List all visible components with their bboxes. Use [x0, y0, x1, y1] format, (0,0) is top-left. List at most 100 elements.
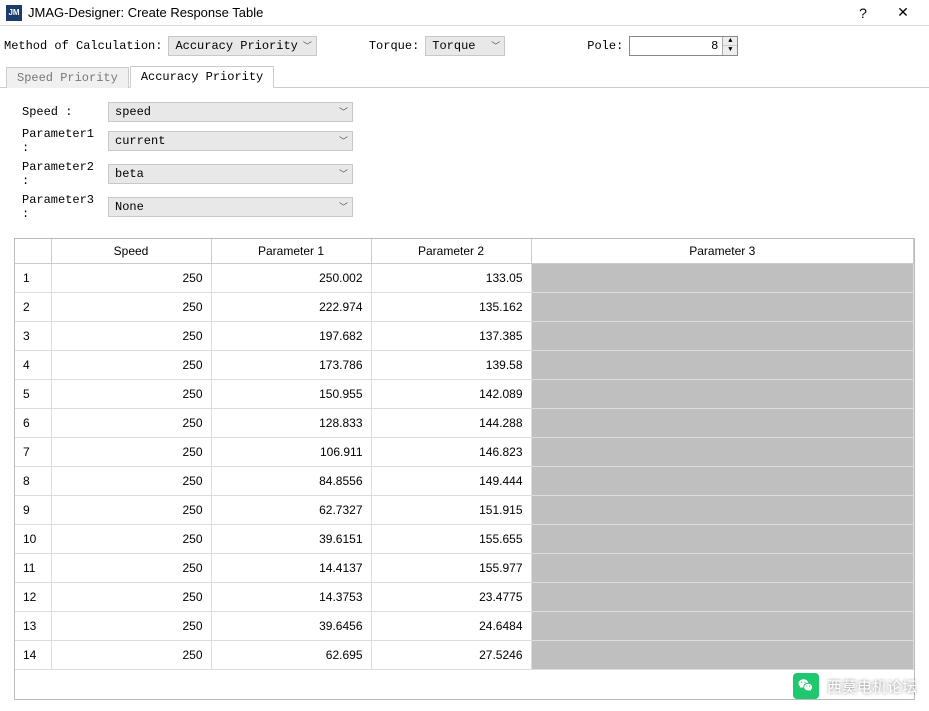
help-button[interactable]: ?: [843, 1, 883, 25]
cell-speed[interactable]: 250: [51, 583, 211, 612]
cell-speed[interactable]: 250: [51, 322, 211, 351]
cell-idx[interactable]: 13: [15, 612, 51, 641]
cell-p1[interactable]: 14.4137: [211, 554, 371, 583]
cell-p2[interactable]: 137.385: [371, 322, 531, 351]
cell-p2[interactable]: 142.089: [371, 380, 531, 409]
param3-combo[interactable]: None: [108, 197, 353, 217]
pole-field[interactable]: [630, 37, 722, 55]
cell-idx[interactable]: 5: [15, 380, 51, 409]
cell-idx[interactable]: 11: [15, 554, 51, 583]
cell-speed[interactable]: 250: [51, 496, 211, 525]
cell-p3[interactable]: [531, 438, 914, 467]
table-row[interactable]: 1225014.375323.4775: [15, 583, 914, 612]
param1-combo[interactable]: current: [108, 131, 353, 151]
cell-idx[interactable]: 8: [15, 467, 51, 496]
cell-p3[interactable]: [531, 554, 914, 583]
table-row[interactable]: 1125014.4137155.977: [15, 554, 914, 583]
cell-idx[interactable]: 10: [15, 525, 51, 554]
cell-p3[interactable]: [531, 264, 914, 293]
cell-idx[interactable]: 9: [15, 496, 51, 525]
cell-p1[interactable]: 197.682: [211, 322, 371, 351]
param2-combo[interactable]: beta: [108, 164, 353, 184]
cell-p3[interactable]: [531, 351, 914, 380]
cell-p2[interactable]: 135.162: [371, 293, 531, 322]
table-row[interactable]: 925062.7327151.915: [15, 496, 914, 525]
table-row[interactable]: 3250197.682137.385: [15, 322, 914, 351]
cell-p2[interactable]: 139.58: [371, 351, 531, 380]
header-param2[interactable]: Parameter 2: [371, 239, 531, 264]
cell-idx[interactable]: 4: [15, 351, 51, 380]
cell-p1[interactable]: 150.955: [211, 380, 371, 409]
cell-p2[interactable]: 23.4775: [371, 583, 531, 612]
cell-p3[interactable]: [531, 409, 914, 438]
table-row[interactable]: 1325039.645624.6484: [15, 612, 914, 641]
cell-speed[interactable]: 250: [51, 380, 211, 409]
table-row[interactable]: 7250106.911146.823: [15, 438, 914, 467]
cell-p1[interactable]: 222.974: [211, 293, 371, 322]
pole-input[interactable]: ▲ ▼: [629, 36, 738, 56]
cell-idx[interactable]: 14: [15, 641, 51, 670]
table-row[interactable]: 2250222.974135.162: [15, 293, 914, 322]
cell-speed[interactable]: 250: [51, 351, 211, 380]
cell-p1[interactable]: 14.3753: [211, 583, 371, 612]
table-row[interactable]: 825084.8556149.444: [15, 467, 914, 496]
spinner-up[interactable]: ▲: [723, 37, 737, 46]
cell-idx[interactable]: 7: [15, 438, 51, 467]
cell-p3[interactable]: [531, 496, 914, 525]
cell-p3[interactable]: [531, 467, 914, 496]
cell-speed[interactable]: 250: [51, 467, 211, 496]
cell-p1[interactable]: 250.002: [211, 264, 371, 293]
cell-p1[interactable]: 62.7327: [211, 496, 371, 525]
cell-p1[interactable]: 106.911: [211, 438, 371, 467]
cell-p1[interactable]: 39.6151: [211, 525, 371, 554]
cell-speed[interactable]: 250: [51, 409, 211, 438]
torque-combo[interactable]: Torque: [425, 36, 505, 56]
header-param1[interactable]: Parameter 1: [211, 239, 371, 264]
cell-idx[interactable]: 6: [15, 409, 51, 438]
table-row[interactable]: 1425062.69527.5246: [15, 641, 914, 670]
cell-p3[interactable]: [531, 525, 914, 554]
table-scroll[interactable]: Speed Parameter 1 Parameter 2 Parameter …: [15, 239, 914, 699]
cell-p2[interactable]: 155.977: [371, 554, 531, 583]
cell-p1[interactable]: 84.8556: [211, 467, 371, 496]
cell-p2[interactable]: 149.444: [371, 467, 531, 496]
cell-p3[interactable]: [531, 641, 914, 670]
cell-p2[interactable]: 27.5246: [371, 641, 531, 670]
cell-idx[interactable]: 2: [15, 293, 51, 322]
cell-idx[interactable]: 12: [15, 583, 51, 612]
cell-p3[interactable]: [531, 293, 914, 322]
cell-p1[interactable]: 128.833: [211, 409, 371, 438]
cell-speed[interactable]: 250: [51, 264, 211, 293]
table-row[interactable]: 6250128.833144.288: [15, 409, 914, 438]
spinner-down[interactable]: ▼: [723, 46, 737, 55]
cell-speed[interactable]: 250: [51, 641, 211, 670]
method-combo[interactable]: Accuracy Priority: [168, 36, 316, 56]
cell-p3[interactable]: [531, 612, 914, 641]
cell-p3[interactable]: [531, 583, 914, 612]
cell-p2[interactable]: 24.6484: [371, 612, 531, 641]
cell-p3[interactable]: [531, 322, 914, 351]
cell-idx[interactable]: 3: [15, 322, 51, 351]
cell-speed[interactable]: 250: [51, 554, 211, 583]
cell-p2[interactable]: 133.05: [371, 264, 531, 293]
close-button[interactable]: ✕: [883, 1, 923, 25]
cell-p2[interactable]: 144.288: [371, 409, 531, 438]
tab-speed-priority[interactable]: Speed Priority: [6, 67, 129, 88]
header-param3[interactable]: Parameter 3: [531, 239, 914, 264]
cell-p2[interactable]: 146.823: [371, 438, 531, 467]
cell-speed[interactable]: 250: [51, 293, 211, 322]
table-row[interactable]: 4250173.786139.58: [15, 351, 914, 380]
header-speed[interactable]: Speed: [51, 239, 211, 264]
cell-p1[interactable]: 173.786: [211, 351, 371, 380]
cell-speed[interactable]: 250: [51, 438, 211, 467]
tab-accuracy-priority[interactable]: Accuracy Priority: [130, 66, 274, 88]
table-row[interactable]: 5250150.955142.089: [15, 380, 914, 409]
table-row[interactable]: 1250250.002133.05: [15, 264, 914, 293]
cell-speed[interactable]: 250: [51, 612, 211, 641]
cell-speed[interactable]: 250: [51, 525, 211, 554]
cell-p2[interactable]: 151.915: [371, 496, 531, 525]
header-idx[interactable]: [15, 239, 51, 264]
cell-p2[interactable]: 155.655: [371, 525, 531, 554]
speed-combo[interactable]: speed: [108, 102, 353, 122]
cell-p3[interactable]: [531, 380, 914, 409]
